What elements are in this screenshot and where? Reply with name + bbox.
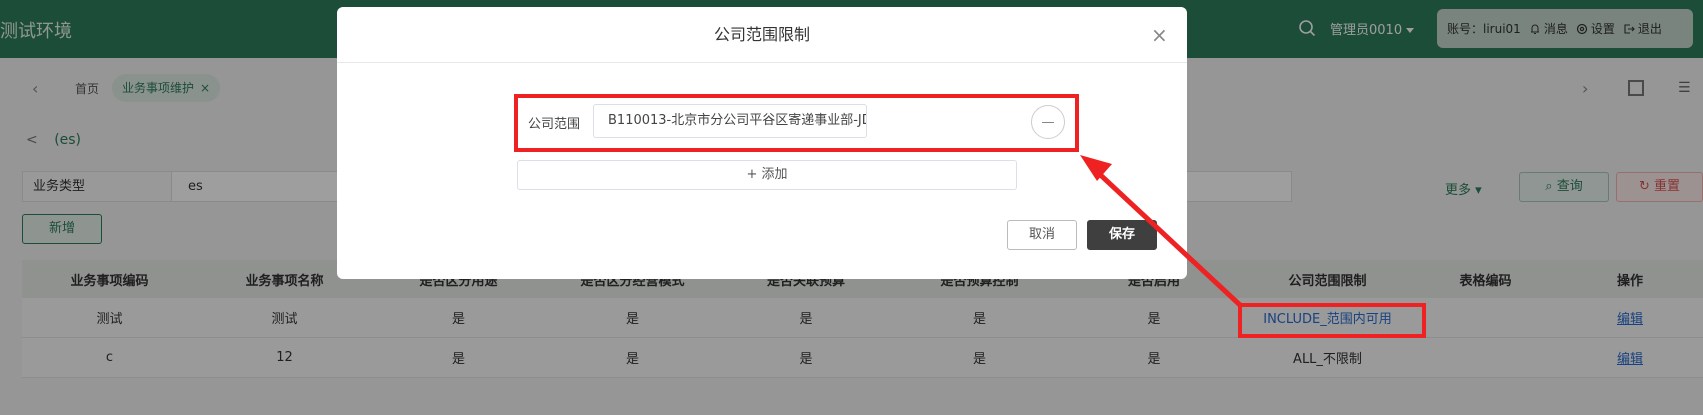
add-scope-button[interactable]: + 添加 (517, 160, 1017, 190)
dialog-title: 公司范围限制 (337, 7, 1187, 63)
cancel-button[interactable]: 取消 (1007, 220, 1077, 250)
highlight-box (514, 94, 1079, 152)
save-button[interactable]: 保存 (1087, 220, 1157, 250)
close-icon[interactable]: × (1151, 25, 1168, 45)
highlight-box (1238, 303, 1426, 338)
